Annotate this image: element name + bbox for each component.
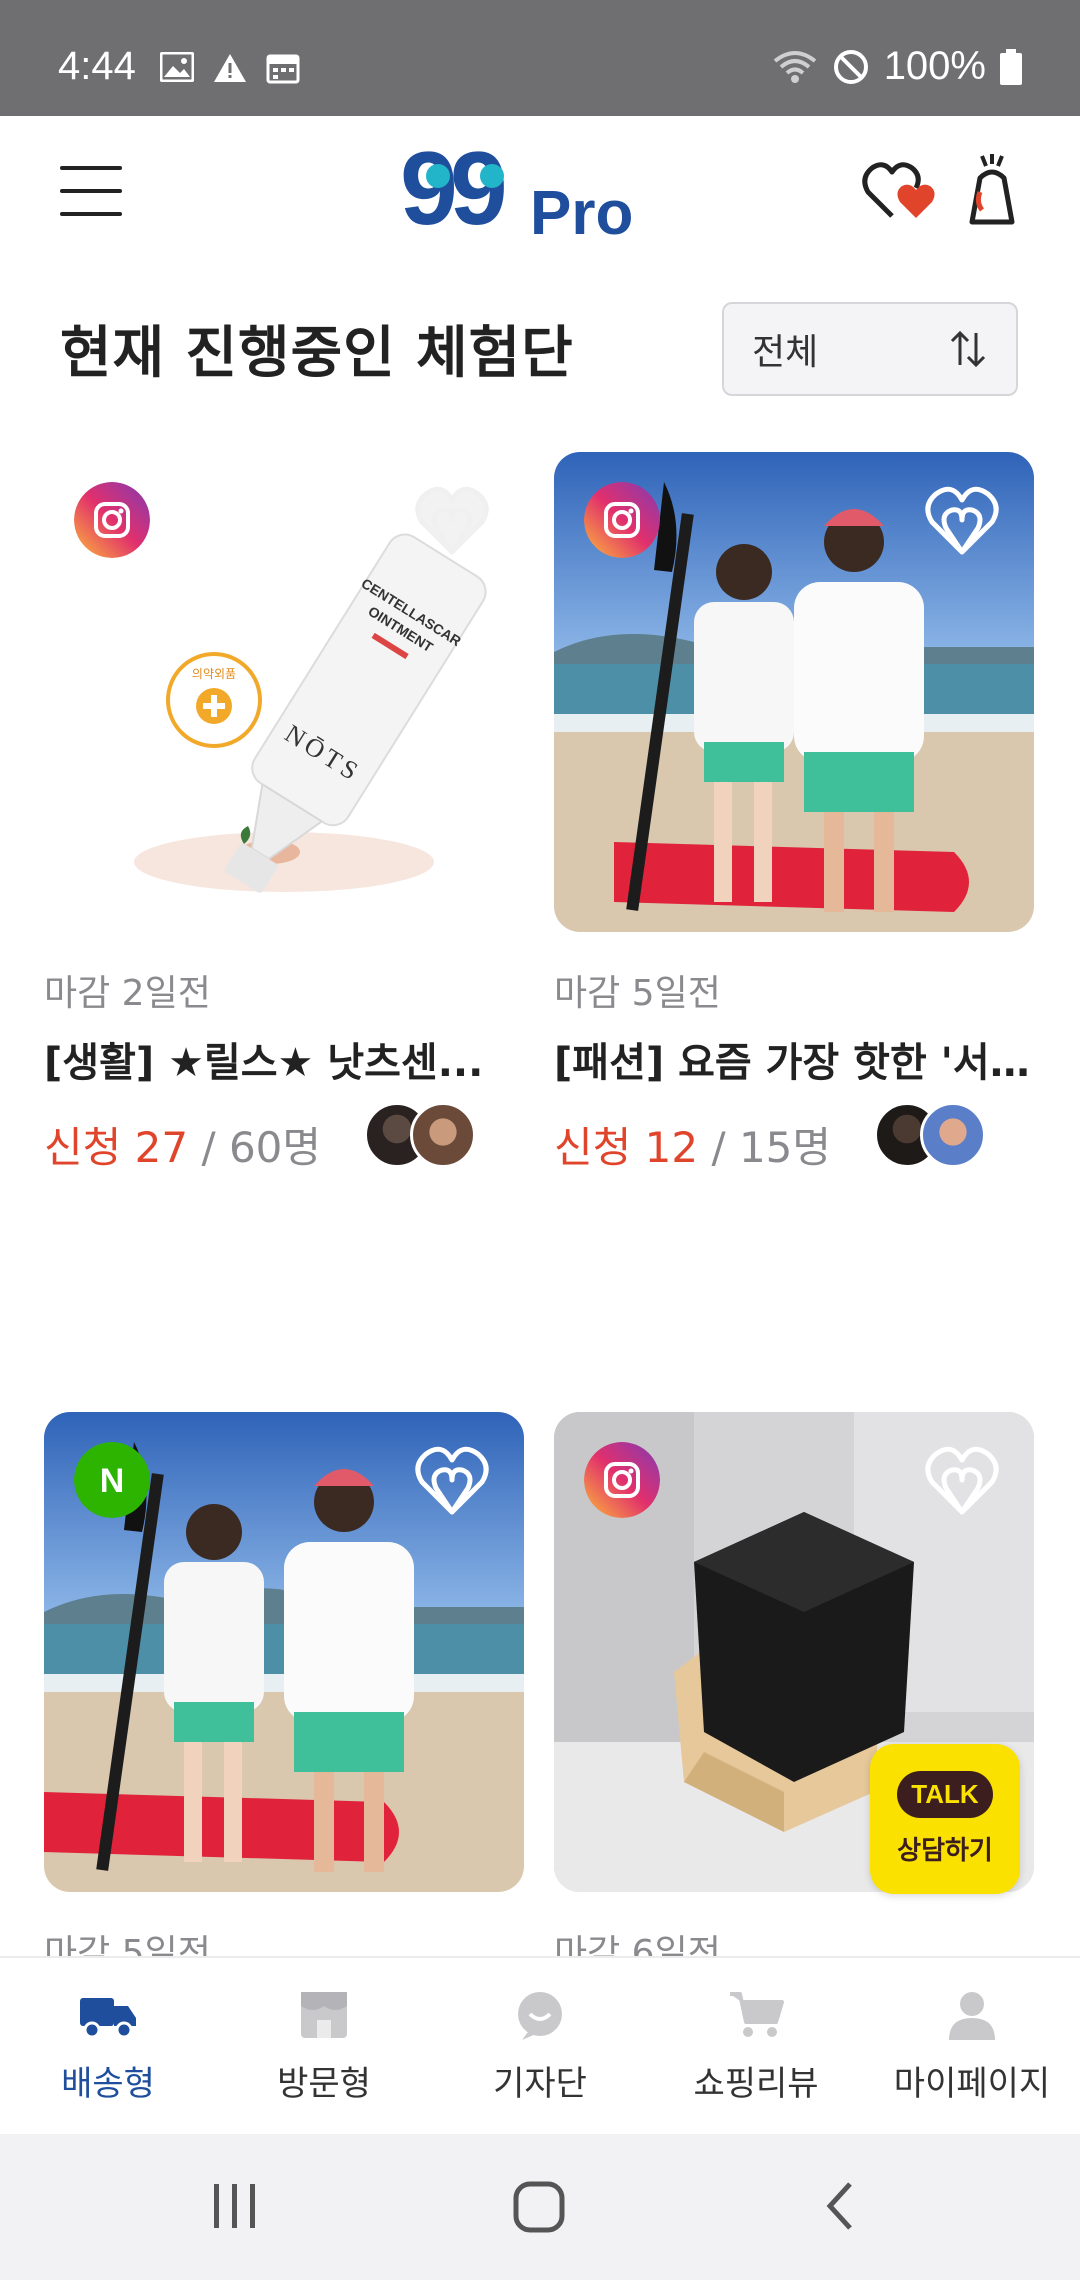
naver-blog-icon: N [74, 1442, 150, 1518]
wishlist-heart-button[interactable] [414, 484, 490, 558]
talk-bubble-icon: TALK [897, 1771, 993, 1818]
heart-icon [862, 162, 935, 218]
shopping-bag-icon [969, 154, 1015, 225]
applied-count: 27 [134, 1123, 189, 1172]
page-title: 현재 진행중인 체험단 [60, 321, 574, 386]
avatar [410, 1102, 476, 1168]
applicant-avatars [364, 1102, 476, 1168]
campaign-title[interactable]: [패션] 요즘 가장 핫한 '서... [554, 1030, 1034, 1088]
nav-item-shopping-review[interactable]: 쇼핑리뷰 [648, 1958, 864, 2134]
menu-icon [60, 166, 122, 170]
sort-arrows-icon [950, 330, 986, 368]
apply-prefix: 신청 [44, 1123, 135, 1172]
naver-letter: N [100, 1462, 125, 1500]
kakao-talk-consult-button[interactable]: TALK 상담하기 [870, 1744, 1020, 1894]
app-header: 99 Pro [0, 116, 1080, 276]
nav-label: 방문형 [277, 2064, 371, 2104]
campaign-card[interactable]: N 마감 5일전 [44, 1412, 524, 1976]
campaign-thumbnail[interactable] [554, 452, 1034, 932]
logo-pro: Pro [530, 179, 633, 248]
status-time: 4:44 [58, 44, 136, 88]
image-icon [160, 52, 194, 82]
sort-label: 전체 [752, 332, 819, 373]
wishlist-button[interactable] [862, 156, 940, 226]
campaign-card[interactable]: 마감 5일전 [패션] 요즘 가장 핫한 '서... 신청 12 / 15명 [554, 452, 1034, 1174]
battery-percent: 100% [883, 44, 986, 88]
apply-prefix: 신청 [554, 1123, 645, 1172]
nav-label: 배송형 [61, 2064, 155, 2104]
nav-item-visit[interactable]: 방문형 [216, 1958, 432, 2134]
status-bar: 4:44 100% [0, 0, 1080, 116]
deadline-text: 마감 5일전 [554, 973, 721, 1014]
home-button[interactable] [512, 2176, 568, 2236]
campaign-thumbnail[interactable]: CENTELLASCAR OINTMENT NŌTS 의약외품 [44, 452, 524, 932]
apply-count: 신청 27 / 60명 [44, 1102, 524, 1174]
deadline-text: 마감 2일전 [44, 973, 211, 1014]
status-notification-icons [160, 52, 300, 84]
cart-icon [730, 1992, 784, 2037]
recent-apps-button[interactable] [210, 2176, 260, 2236]
wishlist-heart-button[interactable] [924, 1444, 1000, 1518]
nav-item-reporter[interactable]: 기자단 [432, 1958, 648, 2134]
battery-icon [1000, 48, 1022, 85]
apply-count: 신청 12 / 15명 [554, 1102, 1034, 1174]
campaign-thumbnail[interactable]: N [44, 1412, 524, 1892]
instagram-icon [74, 482, 150, 558]
wishlist-heart-button[interactable] [924, 484, 1000, 558]
applied-count: 12 [644, 1123, 699, 1172]
instagram-icon [584, 1442, 660, 1518]
wishlist-heart-button[interactable] [414, 1444, 490, 1518]
campaign-title[interactable]: [생활] ★릴스★ 낫츠센... [44, 1030, 524, 1088]
nav-item-delivery[interactable]: 배송형 [0, 1958, 216, 2134]
capacity-count: / 15명 [698, 1123, 832, 1172]
shopping-bag-button[interactable] [966, 152, 1018, 228]
warning-icon [214, 54, 246, 82]
menu-button[interactable] [60, 166, 122, 218]
nav-label: 마이페이지 [893, 2064, 1051, 2104]
app-logo[interactable]: 99 Pro [400, 131, 680, 250]
chat-bubble-icon [518, 1992, 562, 2040]
bottom-nav: 배송형 방문형 기자단 쇼핑리뷰 마이페이지 [0, 1956, 1080, 2134]
seal-text: 의약외품 [192, 666, 236, 681]
dnd-icon [833, 49, 868, 84]
truck-icon [80, 1998, 136, 2039]
nav-label: 기자단 [493, 2064, 587, 2104]
sort-dropdown[interactable]: 전체 [722, 302, 1018, 396]
wifi-icon [773, 50, 816, 83]
nav-item-mypage[interactable]: 마이페이지 [864, 1958, 1080, 2134]
avatar [920, 1102, 986, 1168]
back-button[interactable] [820, 2176, 860, 2236]
status-system-icons: 100% [772, 44, 1022, 89]
talk-label: 상담하기 [897, 1836, 993, 1866]
user-icon [949, 1992, 995, 2040]
system-nav-bar [0, 2134, 1080, 2280]
calendar-icon [266, 54, 300, 84]
campaign-card[interactable]: CENTELLASCAR OINTMENT NŌTS 의약외품 마감 2일전 [… [44, 452, 524, 1174]
store-icon [301, 1992, 347, 2038]
capacity-count: / 60명 [188, 1123, 322, 1172]
logo-99: 99 [400, 140, 504, 247]
instagram-icon [584, 482, 660, 558]
applicant-avatars [874, 1102, 986, 1168]
nav-label: 쇼핑리뷰 [693, 2064, 819, 2104]
